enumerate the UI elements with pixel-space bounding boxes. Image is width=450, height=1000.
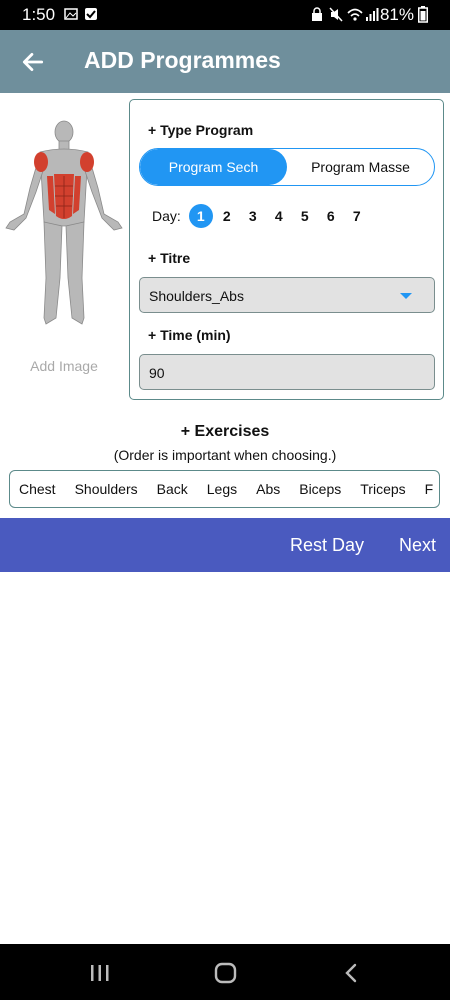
add-image-label[interactable]: Add Image: [0, 358, 128, 374]
day-label: Day:: [152, 208, 181, 224]
dropdown-caret-icon: [400, 293, 412, 299]
category-legs[interactable]: Legs: [207, 481, 237, 497]
category-biceps[interactable]: Biceps: [299, 481, 341, 497]
program-type-toggle[interactable]: Program Sech Program Masse: [139, 148, 435, 186]
system-nav-bar: [0, 944, 450, 1000]
titre-label: + Titre: [148, 250, 191, 266]
next-button[interactable]: Next: [399, 535, 436, 556]
program-form-card: + Type Program Program Sech Program Mass…: [129, 99, 444, 400]
gallery-icon: [64, 8, 78, 20]
day-6[interactable]: 6: [319, 204, 343, 228]
recent-apps-icon[interactable]: [89, 964, 111, 982]
category-abs[interactable]: Abs: [256, 481, 280, 497]
category-shoulders[interactable]: Shoulders: [75, 481, 138, 497]
action-bar: Rest Day Next: [0, 518, 450, 572]
check-notification-icon: [85, 8, 97, 20]
home-icon[interactable]: [214, 962, 238, 984]
category-triceps[interactable]: Triceps: [360, 481, 405, 497]
mute-icon: [329, 7, 343, 22]
back-arrow-icon[interactable]: [20, 49, 46, 75]
day-5[interactable]: 5: [293, 204, 317, 228]
exercise-category-bar[interactable]: Chest Shoulders Back Legs Abs Biceps Tri…: [9, 470, 440, 508]
titre-value: Shoulders_Abs: [149, 288, 244, 304]
wifi-icon: [347, 8, 363, 21]
program-sech-option[interactable]: Program Sech: [140, 149, 287, 185]
day-selector: Day: 1 2 3 4 5 6 7: [152, 204, 371, 228]
signal-icon: [366, 8, 379, 21]
lock-icon: [312, 7, 322, 21]
status-bar: 1:50 81%: [0, 0, 450, 30]
category-chest[interactable]: Chest: [19, 481, 56, 497]
app-bar: ADD Programmes: [0, 30, 450, 93]
titre-dropdown[interactable]: Shoulders_Abs: [139, 277, 435, 313]
type-program-label: + Type Program: [148, 122, 254, 138]
day-4[interactable]: 4: [267, 204, 291, 228]
program-masse-option[interactable]: Program Masse: [287, 149, 434, 185]
category-partial[interactable]: F: [425, 481, 434, 497]
exercises-title: + Exercises: [180, 423, 270, 440]
exercises-note: (Order is important when choosing.): [113, 447, 337, 463]
battery-percent: 81%: [379, 5, 414, 24]
page-title: ADD Programmes: [84, 47, 281, 73]
day-2[interactable]: 2: [215, 204, 239, 228]
day-1[interactable]: 1: [188, 204, 213, 228]
day-3[interactable]: 3: [241, 204, 265, 228]
day-7[interactable]: 7: [345, 204, 369, 228]
rest-day-button[interactable]: Rest Day: [290, 535, 364, 556]
time-value: 90: [149, 365, 165, 381]
back-nav-icon[interactable]: [343, 963, 359, 983]
time-label: + Time (min): [148, 327, 231, 343]
battery-icon: [418, 6, 428, 23]
status-time: 1:50: [22, 5, 56, 24]
category-back[interactable]: Back: [157, 481, 188, 497]
time-input[interactable]: 90: [139, 354, 435, 390]
body-muscle-figure[interactable]: [0, 118, 128, 330]
